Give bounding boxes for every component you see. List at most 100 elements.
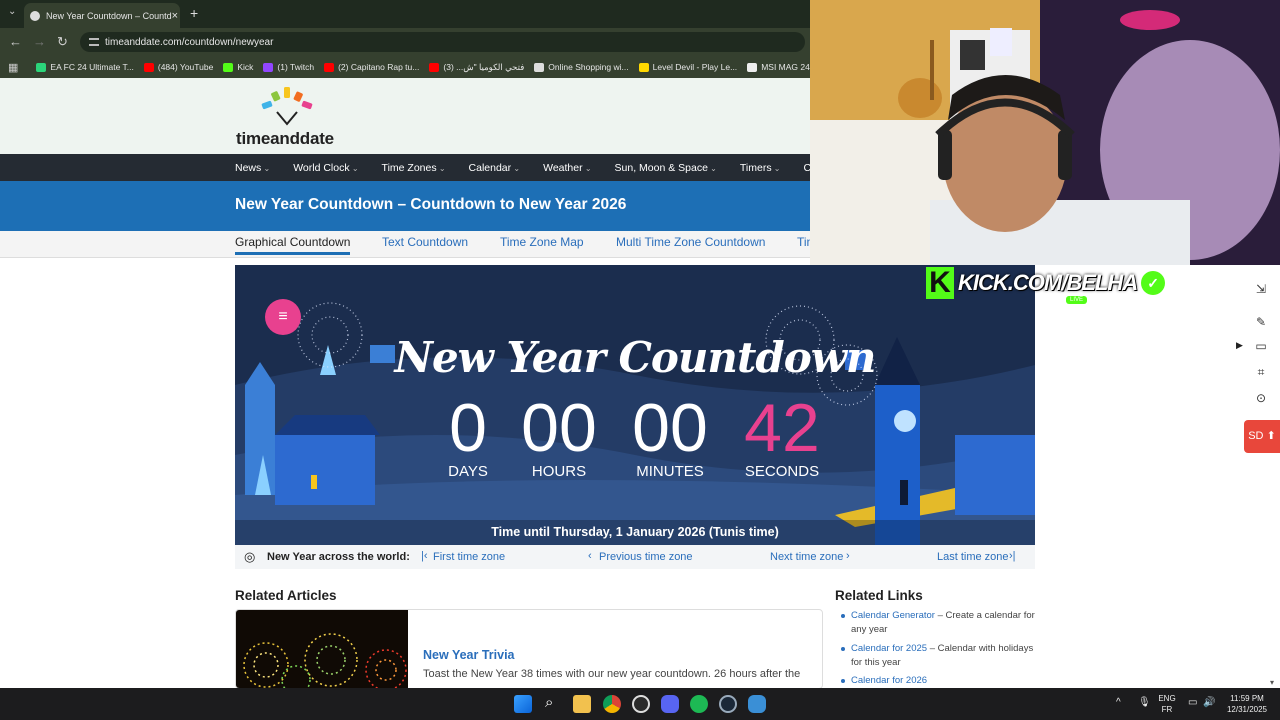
tab-graphical-countdown[interactable]: Graphical Countdown	[235, 235, 351, 255]
share-icon[interactable]: ⇲	[1254, 282, 1268, 296]
bookmark-label: EA FC 24 Ultimate T...	[50, 62, 134, 72]
hours-block: 00 HOURS	[509, 393, 609, 480]
related-links-heading: Related Links	[835, 588, 923, 603]
discord-icon[interactable]	[661, 695, 679, 713]
pencil-icon[interactable]: ✎	[1254, 315, 1268, 329]
countdown-target-text: Time until Thursday, 1 January 2026 (Tun…	[235, 520, 1035, 545]
countdown-menu-button[interactable]: ≡	[265, 299, 301, 335]
window-icon[interactable]: ▭	[1254, 339, 1268, 353]
tab-multi-time-zone[interactable]: Multi Time Zone Countdown	[616, 235, 765, 249]
nav-item[interactable]: News	[235, 162, 270, 174]
live-badge: LIVE	[1066, 296, 1088, 304]
file-explorer-icon[interactable]	[573, 695, 591, 713]
clock-date: 12/31/2025	[1226, 705, 1268, 714]
tab-overflow[interactable]: Tin	[797, 235, 810, 249]
related-link-item: Calendar for 2025 – Calendar with holida…	[851, 642, 1041, 670]
next-time-zone-link[interactable]: Next time zone	[770, 551, 843, 563]
related-link[interactable]: Calendar Generator	[851, 610, 935, 621]
tray-chevron-icon[interactable]: ^	[1116, 697, 1121, 708]
seconds-block: 42 SECONDS	[732, 393, 832, 480]
spotify-icon[interactable]	[690, 695, 708, 713]
bookmark-label: فتحي الكوميا "ش... (3)	[443, 61, 525, 72]
kick-channel-text: KICK.COM/BELHA	[958, 270, 1138, 295]
days-block: 0 DAYS	[418, 393, 518, 480]
nav-item[interactable]: World Clock	[293, 162, 358, 174]
up-arrow-icon: ⬆	[1266, 430, 1276, 442]
tab-title: New Year Countdown – Countd	[46, 10, 172, 21]
bookmark-item[interactable]: (1) Twitch	[263, 62, 314, 72]
steam-icon[interactable]	[719, 695, 737, 713]
vpn-app-icon[interactable]	[748, 695, 766, 713]
previous-zone-icon: ‹	[588, 550, 592, 562]
nav-item[interactable]: Calendar	[469, 162, 521, 174]
chrome-icon[interactable]	[603, 695, 621, 713]
forward-icon[interactable]: →	[33, 34, 46, 49]
start-windows-icon[interactable]	[514, 695, 532, 713]
verified-check-icon: ✓	[1141, 271, 1166, 295]
bookmark-item[interactable]: Level Devil - Play Le...	[638, 62, 738, 72]
previous-time-zone-link[interactable]: Previous time zone	[599, 551, 693, 563]
close-tab-icon[interactable]: ×	[172, 10, 178, 22]
logo-graphic-icon	[261, 87, 313, 126]
bookmark-favicon-icon	[324, 62, 335, 72]
tab-list-chevron-icon[interactable]: ⌄	[8, 6, 16, 17]
tab-text-countdown[interactable]: Text Countdown	[382, 235, 468, 249]
page-title: New Year Countdown – Countdown to New Ye…	[235, 196, 627, 213]
url-text: timeanddate.com/countdown/newyear	[105, 36, 274, 48]
browser-tab[interactable]: New Year Countdown – Countd ×	[24, 3, 180, 28]
bookmark-item[interactable]: (484) YouTube	[143, 62, 213, 72]
days-label: DAYS	[448, 463, 488, 480]
site-favicon-icon	[30, 10, 40, 21]
search-icon[interactable]: ⌕	[545, 694, 553, 711]
related-link[interactable]: Calendar for 2025	[851, 643, 927, 654]
article-summary: Toast the New Year 38 times with our new…	[423, 668, 801, 680]
reload-icon[interactable]: ↻	[57, 34, 68, 50]
bookmark-item[interactable]: (2) Capitano Rap tu...	[324, 62, 419, 72]
clock[interactable]: 11:59 PM 12/31/2025	[1222, 693, 1272, 715]
article-title-link[interactable]: New Year Trivia	[423, 648, 515, 662]
sd-download-button[interactable]: SD ⬆	[1244, 420, 1280, 453]
nav-item[interactable]: Time Zones	[382, 162, 446, 174]
article-card[interactable]: New Year Trivia Toast the New Year 38 ti…	[235, 609, 823, 689]
scroll-down-icon[interactable]: ▾	[1270, 678, 1274, 687]
last-time-zone-link[interactable]: Last time zone	[937, 551, 1009, 563]
target-icon[interactable]: ⊙	[1254, 391, 1268, 405]
volume-icon[interactable]: 🔊	[1203, 697, 1215, 708]
crop-icon[interactable]: ⌗	[1254, 365, 1268, 379]
related-link[interactable]: Calendar for 2026	[851, 675, 927, 686]
seconds-label: SECONDS	[744, 463, 820, 480]
site-info-icon[interactable]	[89, 38, 99, 46]
minutes-value: 00	[632, 390, 708, 466]
app-icon[interactable]	[632, 695, 650, 713]
new-tab-icon[interactable]: +	[190, 5, 198, 21]
first-time-zone-link[interactable]: First time zone	[433, 551, 505, 563]
seconds-value: 42	[744, 390, 820, 466]
bookmark-favicon-icon	[638, 62, 649, 72]
bookmark-item[interactable]: Kick	[223, 62, 253, 72]
bookmark-label: MSI MAG 242F 24"	[761, 62, 810, 72]
clock-time: 11:59 PM	[1230, 694, 1264, 703]
expand-arrow-icon[interactable]: ▶	[1236, 340, 1243, 351]
bookmark-favicon-icon	[534, 62, 545, 72]
fireworks-image[interactable]	[236, 610, 408, 688]
bookmark-favicon-icon	[36, 62, 47, 72]
days-value: 0	[449, 390, 487, 466]
bookmark-item[interactable]: EA FC 24 Ultimate T...	[36, 62, 134, 72]
language-indicator[interactable]: ENG FR	[1156, 693, 1178, 715]
bookmark-label: Level Devil - Play Le...	[652, 62, 738, 72]
microphone-icon[interactable]: 🎙	[1138, 697, 1151, 708]
tab-time-zone-map[interactable]: Time Zone Map	[500, 235, 584, 249]
nav-item[interactable]: Timers	[740, 162, 781, 174]
network-icon[interactable]: ▭	[1188, 697, 1197, 708]
bookmark-item[interactable]: فتحي الكوميا "ش... (3)	[429, 62, 524, 73]
first-zone-icon: |‹	[421, 550, 428, 562]
globe-icon: ◎	[244, 549, 256, 564]
apps-grid-icon[interactable]: ▦	[8, 61, 18, 74]
site-logo[interactable]: timeanddate	[236, 129, 334, 149]
url-field[interactable]: timeanddate.com/countdown/newyear	[80, 32, 805, 52]
back-icon[interactable]: ←	[9, 34, 22, 49]
nav-item[interactable]: Sun, Moon & Space	[615, 162, 717, 174]
bookmark-item[interactable]: Online Shopping wi...	[534, 62, 629, 72]
nav-item[interactable]: Weather	[543, 162, 591, 174]
bookmark-item[interactable]: MSI MAG 242F 24"	[747, 62, 810, 72]
